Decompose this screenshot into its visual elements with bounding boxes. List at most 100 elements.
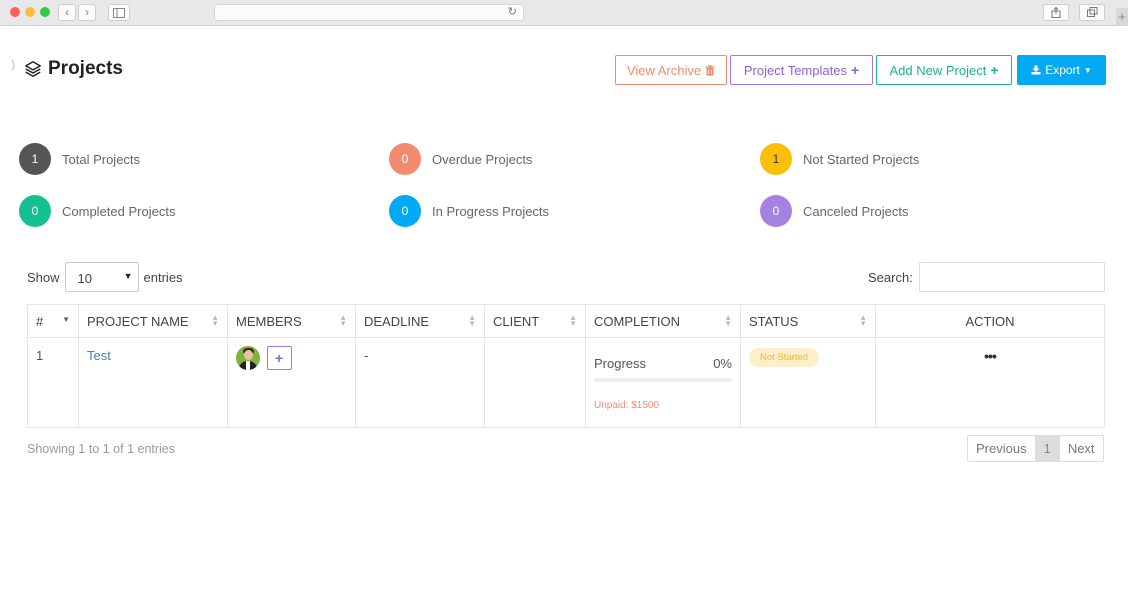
table-search: Search:	[868, 262, 1105, 292]
search-input[interactable]	[918, 262, 1105, 292]
back-button[interactable]: ‹	[58, 4, 76, 21]
column-header-deadline[interactable]: DEADLINE ▲ ▼	[356, 305, 485, 337]
reload-icon[interactable]: ↻	[508, 5, 517, 18]
column-header-members[interactable]: MEMBERS ▲ ▼	[228, 305, 356, 337]
browser-toolbar: ‹ › ↻ +	[0, 0, 1128, 26]
download-icon	[1031, 65, 1041, 75]
tabs-overview-icon[interactable]	[1079, 4, 1105, 21]
avatar[interactable]	[236, 346, 260, 370]
sort-icon: ▲ ▼	[339, 313, 347, 328]
page-size-value: 10	[77, 271, 92, 286]
export-label: Export	[1045, 63, 1080, 77]
stat-count-badge: 1	[19, 143, 51, 175]
cell-members: +	[228, 338, 356, 427]
column-header-index[interactable]: # ▼	[28, 305, 79, 337]
entries-label: entries	[143, 269, 183, 285]
column-header-label: MEMBERS	[236, 314, 302, 329]
search-label: Search:	[868, 269, 913, 285]
cell-status: Not Started	[741, 338, 876, 427]
page-button-current[interactable]: 1	[1035, 436, 1060, 461]
column-header-label: CLIENT	[493, 314, 540, 329]
page-title: ⟩ Projects	[11, 58, 123, 80]
forward-button[interactable]: ›	[78, 4, 96, 21]
cell-completion: Progress 0% Unpaid: $1500	[586, 338, 741, 427]
add-new-project-button[interactable]: Add New Project +	[876, 55, 1012, 85]
column-header-status[interactable]: STATUS ▲ ▼	[741, 305, 876, 337]
column-header-label: COMPLETION	[594, 314, 680, 329]
column-header-label: PROJECT NAME	[87, 314, 189, 329]
stat-canceled-projects[interactable]: 0 Canceled Projects	[760, 195, 909, 227]
share-icon[interactable]	[1043, 4, 1069, 21]
progress-percent: 0%	[713, 356, 732, 371]
export-button[interactable]: Export ▼	[1017, 55, 1106, 85]
view-archive-button[interactable]: View Archive	[615, 55, 727, 85]
stat-count-badge: 0	[389, 195, 421, 227]
table-info: Showing 1 to 1 of 1 entries	[27, 442, 176, 456]
stat-label: Completed Projects	[62, 203, 176, 219]
column-header-client[interactable]: CLIENT ▲ ▼	[485, 305, 586, 337]
progress-row: Progress 0%	[594, 356, 732, 371]
project-templates-button[interactable]: Project Templates +	[730, 55, 873, 85]
pagination: Previous 1 Next	[967, 435, 1104, 462]
progress-label: Progress	[594, 356, 647, 371]
page-title-text: Projects	[48, 58, 123, 79]
cell-deadline: -	[356, 338, 485, 427]
stat-label: Canceled Projects	[803, 203, 909, 219]
stat-total-projects[interactable]: 1 Total Projects	[19, 143, 140, 175]
project-link[interactable]: Test	[87, 348, 111, 363]
page-size-select[interactable]: 10 ▼	[64, 262, 139, 292]
add-new-project-label: Add New Project	[889, 62, 987, 78]
stat-in-progress-projects[interactable]: 0 In Progress Projects	[389, 195, 549, 227]
unpaid-amount: Unpaid: $1500	[594, 400, 660, 411]
progress-bar	[594, 378, 732, 382]
new-tab-button[interactable]: +	[1116, 8, 1128, 26]
caret-down-icon: ▼	[1083, 65, 1092, 75]
stat-label: Not Started Projects	[803, 151, 920, 167]
add-member-button[interactable]: +	[266, 346, 292, 370]
sort-icon: ▲ ▼	[724, 313, 732, 328]
address-bar[interactable]: ↻	[214, 4, 524, 21]
sort-icon: ▲ ▼	[211, 313, 219, 328]
column-header-label: DEADLINE	[364, 314, 430, 329]
stat-label: In Progress Projects	[432, 203, 550, 219]
sort-icon: ▲ ▼	[569, 313, 577, 328]
stat-count-badge: 0	[389, 143, 421, 175]
plus-icon: +	[850, 62, 860, 78]
projects-table: # ▼ PROJECT NAME ▲ ▼ MEMBERS ▲ ▼ DEADLINE ▲ ▼ C…	[27, 304, 1105, 428]
cell-client	[485, 338, 586, 427]
stat-overdue-projects[interactable]: 0 Overdue Projects	[389, 143, 532, 175]
stat-not-started-projects[interactable]: 1 Not Started Projects	[760, 143, 919, 175]
maximize-window-button[interactable]	[40, 7, 50, 17]
previous-page-button[interactable]: Previous	[968, 436, 1036, 461]
sort-icon: ▲ ▼	[859, 313, 867, 328]
column-header-completion[interactable]: COMPLETION ▲ ▼	[586, 305, 741, 337]
plus-icon: +	[990, 62, 999, 78]
column-header-label: STATUS	[749, 314, 799, 329]
column-header-action: ACTION	[876, 305, 1104, 337]
status-badge: Not Started	[749, 348, 820, 367]
next-page-button[interactable]: Next	[1060, 436, 1103, 461]
collapse-chevron-icon[interactable]: ⟩	[11, 58, 16, 72]
trash-icon	[705, 64, 715, 75]
show-label: Show	[27, 269, 60, 285]
stat-label: Total Projects	[62, 151, 141, 167]
cell-action: •••	[876, 338, 1104, 427]
table-row: 1 Test + - Progress 0% Unpaid: $1500 Not…	[28, 338, 1104, 427]
layers-icon	[25, 61, 41, 77]
sidebar-toggle-icon[interactable]	[108, 4, 130, 21]
cell-index: 1	[28, 338, 79, 427]
view-archive-label: View Archive	[626, 62, 702, 78]
table-header-row: # ▼ PROJECT NAME ▲ ▼ MEMBERS ▲ ▼ DEADLINE ▲ ▼ C…	[28, 305, 1104, 338]
stat-completed-projects[interactable]: 0 Completed Projects	[19, 195, 175, 227]
minimize-window-button[interactable]	[25, 7, 35, 17]
cell-project-name: Test	[79, 338, 228, 427]
close-window-button[interactable]	[10, 7, 20, 17]
stat-label: Overdue Projects	[432, 151, 533, 167]
more-options-icon[interactable]: •••	[984, 348, 997, 364]
sort-icon: ▲ ▼	[468, 313, 476, 328]
page-length-control: Show 10 ▼ entries	[27, 262, 183, 292]
plus-icon: +	[275, 350, 284, 366]
stat-count-badge: 1	[760, 143, 792, 175]
column-header-project-name[interactable]: PROJECT NAME ▲ ▼	[79, 305, 228, 337]
column-header-label: ACTION	[965, 314, 1015, 329]
